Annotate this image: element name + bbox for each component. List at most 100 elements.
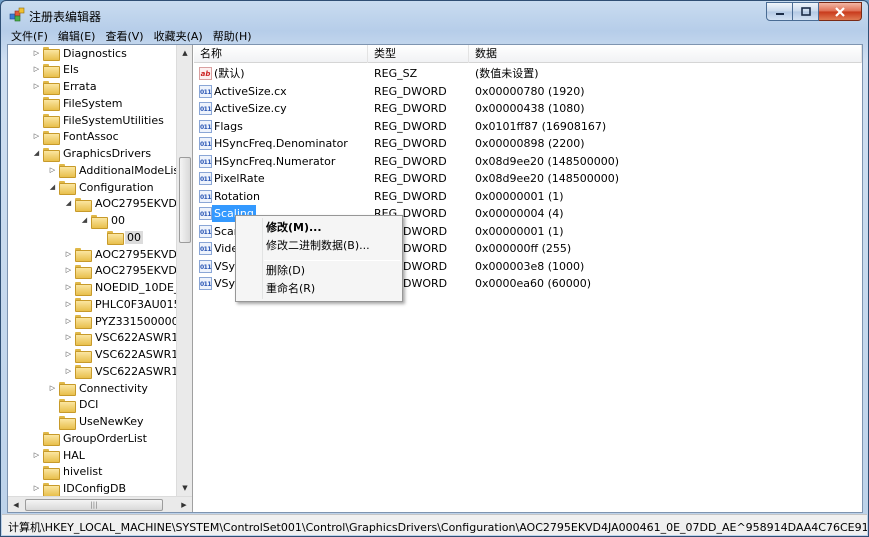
collapse-arrow-icon[interactable]: ◢ bbox=[64, 199, 73, 208]
folder-icon bbox=[43, 80, 60, 95]
scroll-up-icon[interactable]: ▲ bbox=[177, 45, 192, 61]
tree-node-label: AOC2795EKVD4JA bbox=[95, 264, 176, 278]
value-type: REG_DWORD bbox=[374, 119, 447, 133]
folder-icon bbox=[43, 63, 60, 78]
tree-node[interactable]: ◢ AOC2795EKVD4JA bbox=[64, 196, 176, 212]
expand-arrow-icon[interactable]: ▷ bbox=[64, 317, 73, 326]
collapse-arrow-icon[interactable]: ◢ bbox=[80, 216, 89, 225]
tree-node[interactable]: ◢ GraphicsDrivers bbox=[32, 146, 153, 162]
tree-vertical-scrollbar[interactable]: ▲ ▼ bbox=[176, 45, 192, 496]
expand-arrow-icon[interactable]: ▷ bbox=[32, 65, 41, 74]
value-row[interactable]: 011 HSyncFreq.Denominator REG_DWORD 0x00000… bbox=[194, 135, 862, 153]
tree-node[interactable]: ▷ PHLC0F3AU01530 bbox=[64, 296, 176, 313]
tree-node[interactable]: 00 bbox=[96, 229, 143, 246]
expand-arrow-icon[interactable]: ▷ bbox=[64, 283, 73, 292]
tree-node[interactable]: ▷ Diagnostics bbox=[32, 45, 129, 61]
menu-file[interactable]: 文件(F) bbox=[6, 28, 53, 44]
expand-arrow-icon[interactable]: ▷ bbox=[32, 132, 41, 141]
tree-node[interactable]: ▷ IDConfigDB bbox=[32, 481, 128, 496]
tree-node[interactable]: UseNewKey bbox=[48, 414, 146, 430]
tree-node[interactable]: ▷ Connectivity bbox=[48, 380, 150, 396]
folder-icon bbox=[43, 47, 60, 61]
expand-arrow-icon[interactable]: ▷ bbox=[32, 49, 41, 58]
value-row[interactable]: 011 HSyncFreq.Numerator REG_DWORD 0x08d9ee2… bbox=[194, 153, 862, 171]
tree-node[interactable]: ▷ Els bbox=[32, 62, 81, 78]
value-row[interactable]: 011 PixelRate REG_DWORD 0x08d9ee20 (1485000… bbox=[194, 170, 862, 188]
scroll-right-icon[interactable]: ▶ bbox=[176, 497, 192, 512]
tree-node[interactable]: ▷ HAL bbox=[32, 447, 87, 463]
column-name[interactable]: 名称 bbox=[194, 45, 368, 63]
close-button[interactable] bbox=[819, 2, 862, 21]
tree-node[interactable]: ◢ Configuration bbox=[48, 179, 156, 195]
tree-node[interactable]: ▷ AOC2795EKVD4JA bbox=[64, 246, 176, 262]
key-tree-pane: ▷ Diagnostics ▷ Els ▷ Errata FileSystem FileSys… bbox=[8, 45, 193, 512]
maximize-button[interactable] bbox=[793, 2, 819, 21]
tree-node[interactable]: ▷ VSC622ASWR13 bbox=[64, 347, 176, 363]
expand-arrow-icon[interactable]: ▷ bbox=[64, 333, 73, 342]
value-row[interactable]: 011 ActiveSize.cx REG_DWORD 0x00000780 (192… bbox=[194, 83, 862, 101]
expand-arrow-icon[interactable]: ▷ bbox=[32, 451, 41, 460]
folder-icon bbox=[59, 181, 76, 195]
tree-node[interactable]: FileSystemUtilities bbox=[32, 112, 166, 128]
context-modify-binary[interactable]: 修改二进制数据(B)... bbox=[266, 238, 370, 254]
tree-hscroll-thumb[interactable]: ||| bbox=[25, 499, 163, 511]
tree-node[interactable]: ▷ VSC622ASWR13 bbox=[64, 330, 176, 346]
context-delete[interactable]: 删除(D) bbox=[266, 263, 305, 279]
tree-node[interactable]: ▷ Errata bbox=[32, 79, 99, 95]
expand-arrow-icon[interactable]: ▷ bbox=[32, 82, 41, 91]
folder-icon bbox=[75, 348, 92, 363]
tree-node[interactable]: ▷ FontAssoc bbox=[32, 129, 121, 145]
binary-value-icon: 011 bbox=[199, 189, 212, 203]
folder-icon bbox=[75, 248, 92, 262]
folder-icon bbox=[107, 231, 124, 246]
window-controls bbox=[766, 2, 862, 21]
tree-node[interactable]: hivelist bbox=[32, 464, 104, 480]
menu-help[interactable]: 帮助(H) bbox=[208, 28, 257, 44]
value-data: 0x000000ff (255) bbox=[475, 242, 572, 255]
expand-arrow-icon[interactable]: ▷ bbox=[64, 350, 73, 359]
value-name: Rotation bbox=[214, 189, 261, 203]
title-bar[interactable]: 注册表编辑器 bbox=[1, 1, 868, 27]
tree-node[interactable]: FileSystem bbox=[32, 95, 124, 112]
expand-arrow-icon[interactable]: ▷ bbox=[32, 484, 41, 493]
folder-icon bbox=[43, 97, 60, 112]
tree-node[interactable]: GroupOrderList bbox=[32, 430, 149, 447]
value-row[interactable]: ab (默认) REG_SZ (数值未设置) bbox=[194, 65, 862, 83]
value-type: DWORD bbox=[403, 277, 448, 290]
value-row[interactable]: 011 Rotation REG_DWORD 0x00000001 (1) bbox=[194, 188, 862, 206]
scroll-down-icon[interactable]: ▼ bbox=[177, 480, 192, 496]
folder-icon bbox=[75, 264, 92, 279]
tree-node[interactable]: ▷ VSC622ASWR13 bbox=[64, 363, 176, 380]
expand-arrow-icon[interactable]: ▷ bbox=[48, 384, 57, 393]
tree-scroll-thumb[interactable] bbox=[179, 157, 191, 243]
column-type[interactable]: 类型 bbox=[368, 45, 469, 63]
tree-node[interactable]: ▷ AOC2795EKVD4JA bbox=[64, 263, 176, 279]
menu-edit[interactable]: 编辑(E) bbox=[53, 28, 101, 44]
column-data[interactable]: 数据 bbox=[469, 45, 862, 63]
tree-node[interactable]: ◢ 00 bbox=[80, 213, 127, 229]
window-title: 注册表编辑器 bbox=[29, 10, 102, 24]
tree-horizontal-scrollbar[interactable]: ◀ ||| ▶ bbox=[8, 496, 192, 512]
expand-arrow-icon[interactable]: ▷ bbox=[64, 266, 73, 275]
tree-node-label: Errata bbox=[63, 80, 97, 93]
tree-node[interactable]: ▷ NOEDID_10DE_1 bbox=[64, 280, 176, 296]
menu-favorites[interactable]: 收藏夹(A) bbox=[149, 28, 208, 44]
value-row[interactable]: 011 Flags REG_DWORD 0x0101ff87 (16908167) bbox=[194, 118, 862, 136]
tree-node[interactable]: ▷ AdditionalModeLists bbox=[48, 162, 176, 179]
tree-node[interactable]: DCI bbox=[48, 397, 100, 413]
scroll-left-icon[interactable]: ◀ bbox=[8, 497, 24, 512]
collapse-arrow-icon[interactable]: ◢ bbox=[48, 183, 57, 192]
context-modify[interactable]: 修改(M)... bbox=[266, 220, 322, 236]
close-icon bbox=[835, 6, 845, 17]
minimize-button[interactable] bbox=[766, 2, 793, 21]
expand-arrow-icon[interactable]: ▷ bbox=[48, 166, 57, 175]
expand-arrow-icon[interactable]: ▷ bbox=[64, 250, 73, 259]
context-rename[interactable]: 重命名(R) bbox=[266, 281, 315, 297]
collapse-arrow-icon[interactable]: ◢ bbox=[32, 149, 41, 158]
expand-arrow-icon[interactable]: ▷ bbox=[64, 367, 73, 376]
menu-view[interactable]: 查看(V) bbox=[100, 28, 148, 44]
expand-arrow-icon[interactable]: ▷ bbox=[64, 300, 73, 309]
tree-node-label: IDConfigDB bbox=[63, 482, 127, 495]
tree-node[interactable]: ▷ PYZ331500000000 bbox=[64, 313, 176, 329]
value-row[interactable]: 011 ActiveSize.cy REG_DWORD 0x00000438 (108… bbox=[194, 100, 862, 118]
